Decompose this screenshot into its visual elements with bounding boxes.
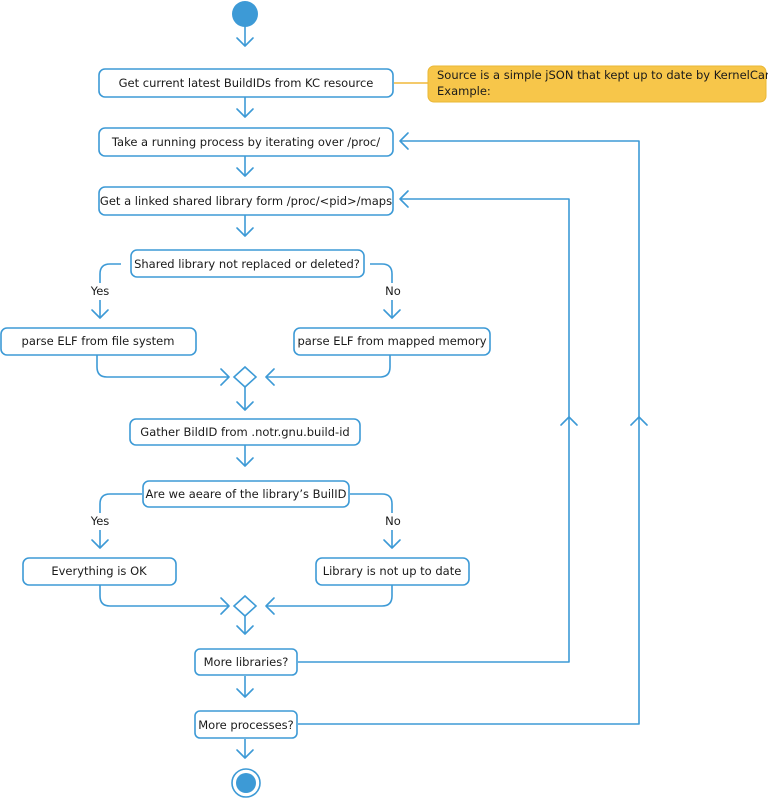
node-take-process[interactable]: Take a running process by iterating over… bbox=[98, 127, 394, 157]
node-parse-mem[interactable]: parse ELF from mapped memory bbox=[293, 327, 491, 356]
node-more-libraries[interactable]: More libraries? bbox=[194, 648, 298, 676]
start-node-icon bbox=[232, 1, 258, 27]
node-parse-fs[interactable]: parse ELF from file system bbox=[0, 327, 197, 356]
node-label: parse ELF from mapped memory bbox=[297, 334, 486, 348]
edge-decision-yes bbox=[99, 263, 121, 283]
decision-library-replaced[interactable]: Shared library not replaced or deleted? bbox=[130, 249, 365, 278]
edge-ok-to-merge bbox=[99, 585, 229, 607]
note-line-1: Source is a simple jSON that kept up to … bbox=[437, 68, 768, 82]
node-label: More processes? bbox=[198, 718, 294, 732]
node-label: Get current latest BuildIDs from KC reso… bbox=[119, 76, 374, 90]
node-label: Everything is OK bbox=[51, 564, 147, 578]
guard-no: No bbox=[385, 514, 401, 528]
edge-parse-mem-to-merge bbox=[266, 355, 391, 378]
node-label: Gather BildID from .notr.gnu.build-id bbox=[140, 425, 349, 439]
node-label: Get a linked shared library form /proc/<… bbox=[100, 194, 392, 208]
node-label: Take a running process by iterating over… bbox=[111, 135, 380, 149]
node-more-processes[interactable]: More processes? bbox=[194, 710, 298, 739]
guard-no: No bbox=[385, 284, 401, 298]
node-label: Library is not up to date bbox=[323, 564, 462, 578]
guard-yes: Yes bbox=[90, 514, 110, 528]
edge-outdated-to-merge bbox=[266, 585, 393, 607]
edge-decision-no bbox=[370, 263, 393, 283]
node-get-buildids[interactable]: Get current latest BuildIDs from KC reso… bbox=[98, 68, 394, 98]
node-gather-buildid[interactable]: Gather BildID from .notr.gnu.build-id bbox=[129, 418, 361, 446]
edge-aware-no bbox=[350, 493, 393, 513]
node-not-up-to-date[interactable]: Library is not up to date bbox=[315, 557, 470, 586]
edge-aware-yes bbox=[99, 493, 142, 513]
activity-diagram: Get current latest BuildIDs from KC reso… bbox=[0, 1, 768, 798]
merge-node-1 bbox=[232, 365, 258, 389]
merge-node-2 bbox=[232, 594, 258, 618]
end-node-icon bbox=[231, 768, 261, 798]
node-label: Are we aeare of the library’s BuilID bbox=[146, 487, 347, 501]
node-everything-ok[interactable]: Everything is OK bbox=[22, 557, 177, 586]
edge-parse-fs-to-merge bbox=[96, 355, 229, 378]
note-line-2: Example: bbox=[437, 84, 491, 98]
node-label: Shared library not replaced or deleted? bbox=[134, 257, 360, 271]
node-label: parse ELF from file system bbox=[22, 334, 175, 348]
guard-yes: Yes bbox=[90, 284, 110, 298]
node-label: More libraries? bbox=[204, 655, 289, 669]
decision-library-known[interactable]: Are we aeare of the library’s BuilID bbox=[142, 480, 350, 508]
node-get-library[interactable]: Get a linked shared library form /proc/<… bbox=[98, 186, 394, 216]
note-source-json: Source is a simple jSON that kept up to … bbox=[427, 65, 768, 103]
